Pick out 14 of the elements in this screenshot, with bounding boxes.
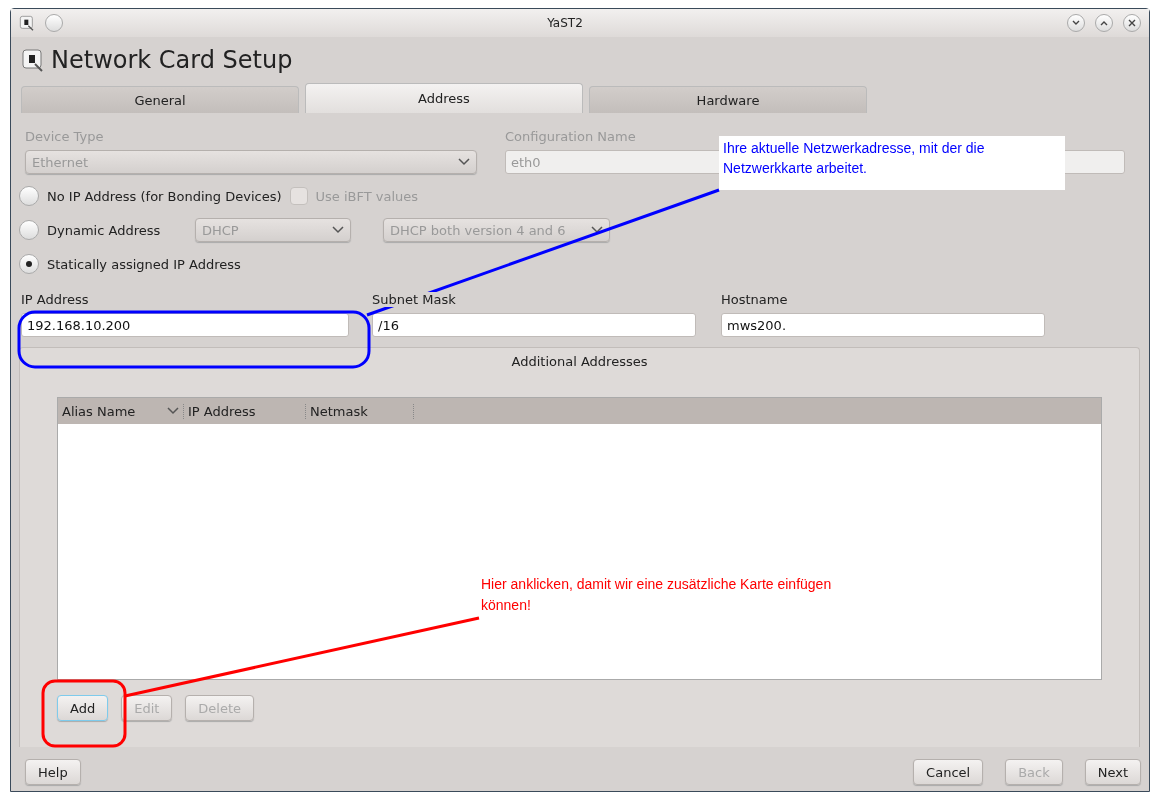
field-label: IP Address bbox=[21, 292, 89, 307]
checkbox-label: Use iBFT values bbox=[315, 188, 419, 204]
page-heading: Network Card Setup bbox=[51, 46, 293, 74]
radio-label: Statically assigned IP Address bbox=[47, 256, 241, 272]
window-title: YaST2 bbox=[546, 16, 584, 30]
field-label: Device Type bbox=[25, 129, 105, 144]
field-label: Configuration Name bbox=[505, 129, 637, 144]
radio-label: No IP Address (for Bonding Devices) bbox=[47, 188, 282, 204]
group-title: Additional Addresses bbox=[511, 354, 648, 369]
field-label: Subnet Mask bbox=[372, 292, 456, 307]
annotation-note: Hier anklicken, damit wir eine zusätzliche Karte einfügen können! bbox=[481, 575, 833, 615]
field-label: Hostname bbox=[721, 292, 788, 307]
radio-label: Dynamic Address bbox=[47, 222, 162, 238]
annotation-tooltip: Ihre aktuelle Netzwerkadresse, mit der die Netzwerkkarte arbeitet. bbox=[719, 136, 1065, 190]
